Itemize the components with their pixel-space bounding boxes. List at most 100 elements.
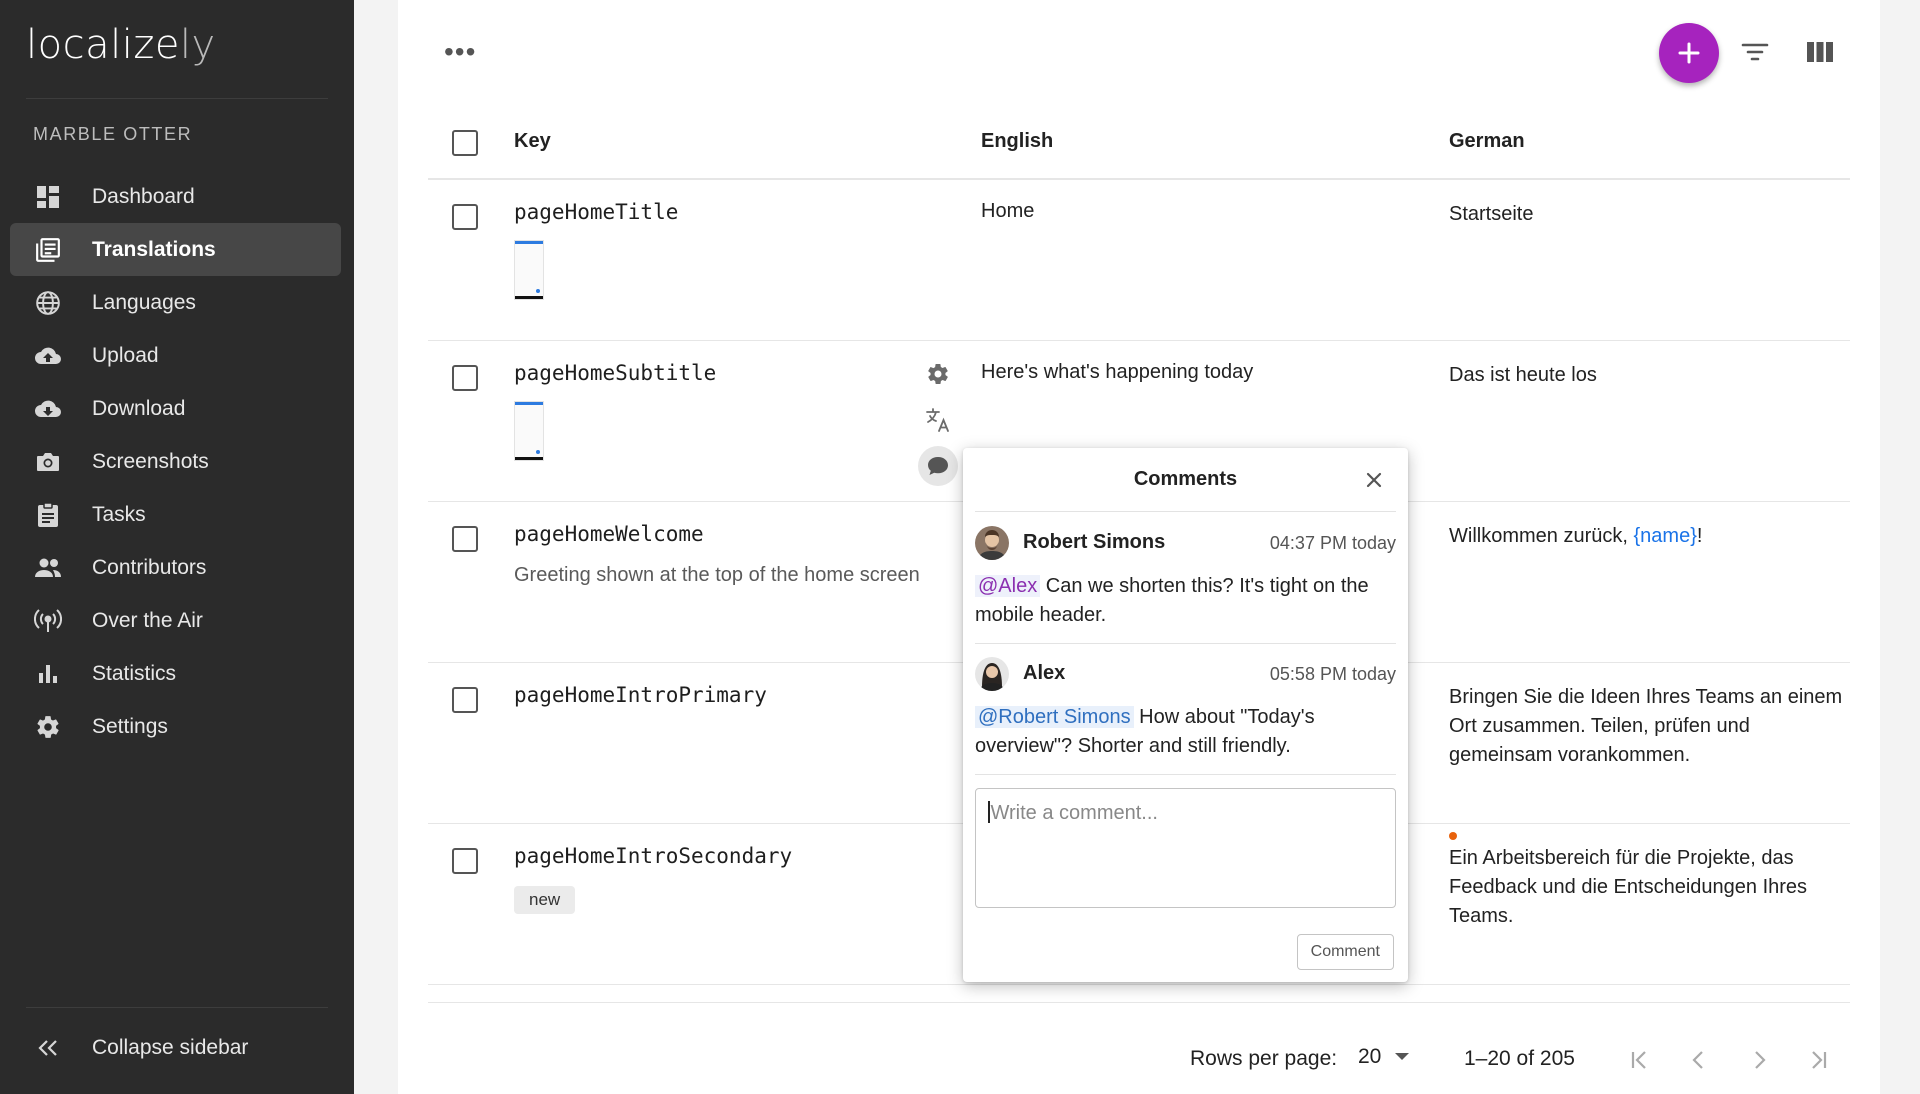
placeholder-variable: {name} — [1633, 525, 1697, 547]
cloud-upload-icon — [34, 342, 62, 370]
first-page-button[interactable] — [1623, 1043, 1657, 1077]
select-all-checkbox[interactable] — [452, 130, 478, 156]
sidebar-item-contributors[interactable]: Contributors — [10, 541, 341, 594]
gear-icon — [34, 713, 62, 741]
row-checkbox[interactable] — [452, 687, 478, 713]
translation-key: pageHomeSubtitle — [514, 361, 717, 385]
rows-per-page-select[interactable]: 20 — [1358, 1045, 1410, 1069]
sidebar-item-settings[interactable]: Settings — [10, 700, 341, 753]
antenna-icon — [34, 607, 62, 635]
last-page-icon — [1812, 1051, 1827, 1069]
sidebar-item-label: Languages — [92, 290, 196, 314]
german-cell[interactable]: Das ist heute los — [1449, 361, 1849, 390]
gear-icon — [928, 363, 948, 385]
comment-text: @Robert Simons How about "Today's overvi… — [975, 706, 1315, 757]
filter-icon[interactable] — [1739, 36, 1771, 68]
sidebar-item-label: Dashboard — [92, 184, 195, 208]
sidebar-item-languages[interactable]: Languages — [10, 276, 341, 329]
sidebar-item-translations[interactable]: Translations — [10, 223, 341, 276]
screenshot-thumbnail[interactable] — [514, 240, 544, 300]
comment-input[interactable]: Write a comment... — [975, 788, 1396, 908]
chevron-right-icon — [1755, 1051, 1766, 1069]
mention[interactable]: @Alex — [975, 575, 1041, 597]
people-icon — [34, 554, 62, 582]
row-checkbox[interactable] — [452, 365, 478, 391]
english-cell[interactable]: Home — [981, 200, 1034, 223]
project-name: MARBLE OTTER — [33, 124, 193, 144]
unsaved-indicator — [1449, 832, 1457, 840]
globe-icon — [34, 289, 62, 317]
translation-key: pageHomeIntroSecondary — [514, 844, 793, 868]
add-key-button[interactable] — [1659, 23, 1719, 83]
german-cell[interactable]: Willkommen zurück, {name}! — [1449, 522, 1849, 551]
german-cell[interactable]: Ein Arbeitsbereich für die Projekte, das… — [1449, 844, 1849, 931]
dashboard-icon — [34, 183, 62, 211]
machine-translate-button[interactable] — [918, 400, 958, 440]
close-icon — [1366, 472, 1382, 488]
plus-icon — [1678, 42, 1700, 64]
row-checkbox[interactable] — [452, 848, 478, 874]
sidebar-item-over-the-air[interactable]: Over the Air — [10, 594, 341, 647]
chevron-left-icon — [1692, 1051, 1703, 1069]
german-cell[interactable]: Startseite — [1449, 200, 1849, 229]
comment-text: @Alex Can we shorten this? It's tight on… — [975, 575, 1369, 626]
submit-comment-button[interactable]: Comment — [1296, 934, 1394, 970]
avatar — [975, 657, 1009, 691]
pagination-range: 1–20 of 205 — [1464, 1047, 1575, 1070]
sidebar-item-download[interactable]: Download — [10, 382, 341, 435]
row-checkbox[interactable] — [452, 204, 478, 230]
sidebar-divider — [26, 1007, 328, 1008]
comments-button[interactable] — [918, 446, 958, 486]
screenshot-thumbnail[interactable] — [514, 401, 544, 461]
popover-divider — [975, 511, 1396, 512]
pagination-footer: Rows per page: 20 1–20 of 205 — [428, 1002, 1850, 1094]
popover-divider — [975, 643, 1396, 644]
sidebar: localizely MARBLE OTTER Dashboard Transl… — [0, 0, 354, 1094]
sidebar-item-upload[interactable]: Upload — [10, 329, 341, 382]
sidebar-item-label: Download — [92, 396, 186, 420]
column-header-key[interactable]: Key — [514, 130, 551, 153]
table-row[interactable]: pageHomeTitle Home Startseite — [428, 180, 1850, 341]
sidebar-divider — [26, 98, 328, 99]
sidebar-item-statistics[interactable]: Statistics — [10, 647, 341, 700]
mention[interactable]: @Robert Simons — [975, 706, 1134, 728]
dropdown-arrow-icon — [1395, 1053, 1410, 1060]
more-horizontal-icon[interactable]: ••• — [444, 38, 476, 66]
double-chevron-left-icon — [34, 1039, 62, 1057]
translation-key: pageHomeIntroPrimary — [514, 683, 767, 707]
app-logo[interactable]: localizely — [26, 22, 216, 68]
collapse-sidebar-button[interactable]: Collapse sidebar — [10, 1021, 341, 1074]
column-header-german[interactable]: German — [1449, 130, 1525, 153]
sidebar-nav: Dashboard Translations Languages Upload … — [10, 170, 341, 753]
last-page-button[interactable] — [1801, 1043, 1835, 1077]
key-description: Greeting shown at the top of the home sc… — [514, 564, 920, 586]
close-button[interactable] — [1360, 466, 1388, 494]
sidebar-item-label: Tasks — [92, 502, 146, 526]
camera-icon — [34, 448, 62, 476]
english-cell[interactable]: Here's what's happening today — [981, 361, 1253, 384]
next-page-button[interactable] — [1742, 1043, 1776, 1077]
columns-icon[interactable] — [1804, 36, 1836, 68]
previous-page-button[interactable] — [1682, 1043, 1716, 1077]
row-checkbox[interactable] — [452, 526, 478, 552]
sidebar-item-tasks[interactable]: Tasks — [10, 488, 341, 541]
german-cell[interactable]: Bringen Sie die Ideen Ihres Teams an ein… — [1449, 683, 1849, 770]
comments-popover: Comments Robert Simons 04:37 PM today @A… — [963, 448, 1408, 982]
sidebar-item-label: Contributors — [92, 555, 207, 579]
sidebar-item-label: Translations — [92, 237, 216, 261]
sidebar-item-screenshots[interactable]: Screenshots — [10, 435, 341, 488]
translate-icon — [926, 408, 949, 432]
sidebar-item-label: Upload — [92, 343, 159, 367]
translations-icon — [34, 236, 62, 264]
comment-time: 05:58 PM today — [1269, 664, 1396, 684]
sidebar-item-label: Over the Air — [92, 608, 203, 632]
key-settings-button[interactable] — [918, 354, 958, 394]
collapse-sidebar-label: Collapse sidebar — [92, 1035, 249, 1059]
rows-per-page-label: Rows per page: — [1190, 1047, 1338, 1070]
sidebar-item-label: Screenshots — [92, 449, 209, 473]
sidebar-item-dashboard[interactable]: Dashboard — [10, 170, 341, 223]
column-header-english[interactable]: English — [981, 130, 1053, 153]
tag-badge[interactable]: new — [514, 886, 576, 914]
avatar — [975, 526, 1009, 560]
comment-icon — [928, 457, 948, 475]
